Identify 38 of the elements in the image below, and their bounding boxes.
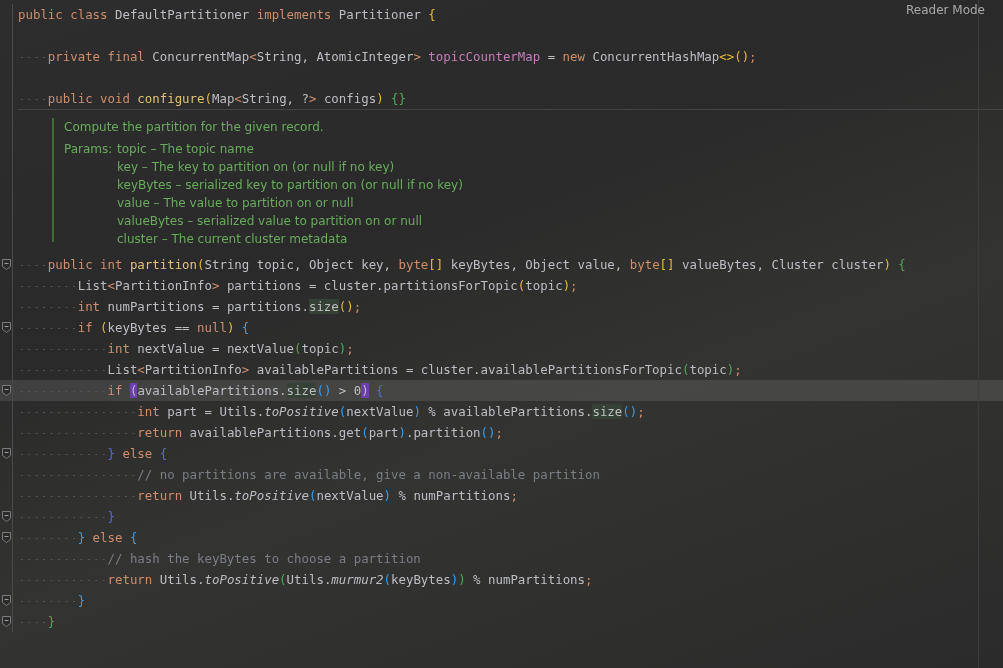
- code-line: } else {: [107, 445, 168, 463]
- code-line: int nextValue = nextValue(topic);: [107, 340, 354, 358]
- code-line: List<PartitionInfo> availablePartitions = cluster.availablePartitionsForTopic(topic);: [107, 361, 742, 379]
- code-line: if (availablePartitions.size() > 0) {: [107, 382, 384, 400]
- doc-param: value – The value to partition on or null: [117, 195, 355, 212]
- fold-icon[interactable]: [1, 532, 11, 543]
- code-line: public void configure(Map<String, ?> configs) {}: [47, 90, 406, 108]
- doc-param: valueBytes – serialized value to partition on or null: [117, 213, 424, 230]
- code-line: // no partitions are available, give a non-available partition: [137, 466, 600, 484]
- code-line: if (keyBytes == null) {: [77, 319, 250, 337]
- code-line: public int partition(String topic, Object key, byte[] keyBytes, Object value, byte[] valueBytes, Cluster cluster) {: [47, 256, 906, 274]
- code-line: } else {: [77, 529, 138, 547]
- fold-icon[interactable]: [1, 385, 11, 396]
- fold-icon[interactable]: [1, 616, 11, 627]
- fold-icon[interactable]: [1, 322, 11, 333]
- code-line: private final ConcurrentMap<String, AtomicInteger> topicCounterMap = new ConcurrentHashMap<>();: [47, 48, 757, 66]
- code-line: List<PartitionInfo> partitions = cluster.partitionsForTopic(topic);: [77, 277, 578, 295]
- code-line: }: [107, 508, 115, 526]
- code-line: }: [47, 613, 56, 631]
- doc-param: key – The key to partition on (or null if no key): [117, 159, 396, 176]
- code-line: public class DefaultPartitioner implements Partitioner {: [18, 6, 436, 24]
- code-line: return Utils.toPositive(Utils.murmur2(keyBytes)) % numPartitions;: [107, 571, 593, 589]
- fold-icon[interactable]: [1, 511, 11, 522]
- code-line: int part = Utils.toPositive(nextValue) % availablePartitions.size();: [137, 403, 645, 421]
- reader-mode-link[interactable]: Reader Mode: [906, 3, 985, 17]
- fold-icon[interactable]: [1, 595, 11, 606]
- code-line: return Utils.toPositive(nextValue) % numPartitions;: [137, 487, 518, 505]
- fold-icon[interactable]: [1, 448, 11, 459]
- code-line: int numPartitions = partitions.size();: [77, 298, 362, 316]
- params-label: Params:: [64, 141, 114, 158]
- code-line: }: [77, 592, 86, 610]
- doc-param: topic – The topic name: [117, 141, 255, 158]
- doc-summary: Compute the partition for the given record.: [64, 119, 325, 136]
- doc-param: keyBytes – serialized key to partition on (or null if no key): [117, 177, 463, 194]
- code-line: // hash the keyBytes to choose a partition: [107, 550, 421, 568]
- code-line: return availablePartitions.get(part).partition();: [137, 424, 503, 442]
- fold-icon[interactable]: [1, 259, 11, 270]
- doc-param: cluster – The current cluster metadata: [117, 231, 349, 248]
